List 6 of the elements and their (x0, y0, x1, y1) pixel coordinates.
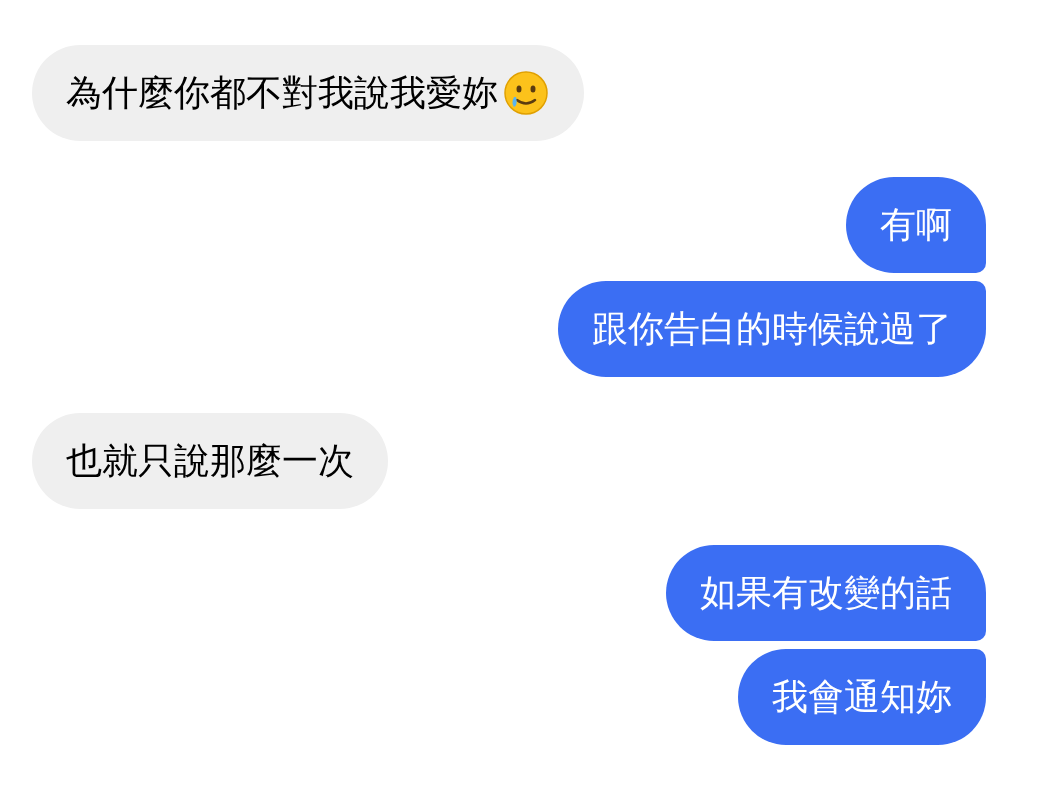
message-text: 為什麼你都不對我說我愛妳 (66, 71, 498, 115)
message-text: 也就只說那麼一次 (66, 439, 354, 483)
message-text: 有啊 (880, 203, 952, 247)
message-text: 如果有改變的話 (700, 571, 952, 615)
message-text: 跟你告白的時候說過了 (592, 307, 952, 351)
message-text: 我會通知妳 (772, 675, 952, 719)
